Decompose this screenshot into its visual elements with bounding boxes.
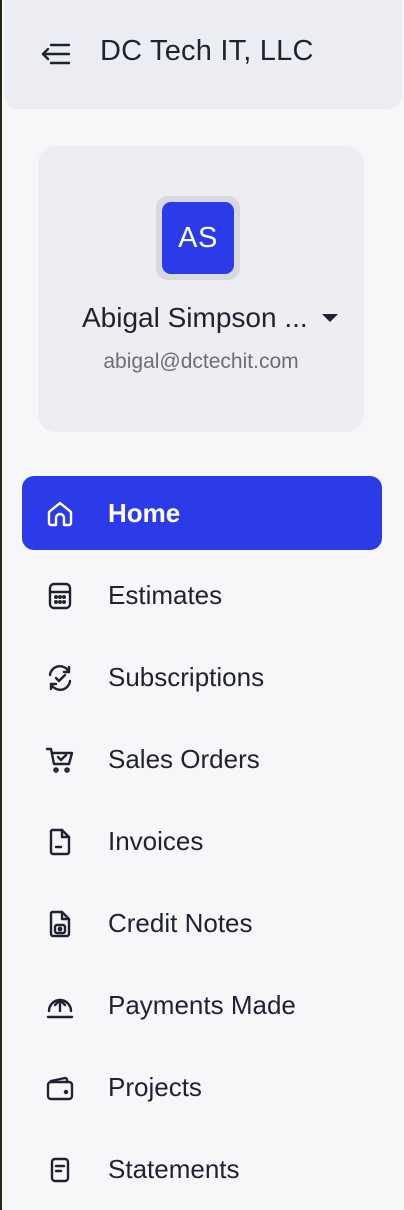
sidebar-item-home[interactable]: Home [22, 476, 382, 550]
sidebar-item-label: Projects [108, 1071, 202, 1102]
sidebar-item-label: Estimates [108, 579, 223, 610]
profile-card: AS Abigal Simpson ... abigal@dctechit.co… [38, 146, 364, 432]
briefcase-icon [44, 1072, 76, 1104]
sidebar-item-sales-orders[interactable]: Sales Orders [22, 722, 382, 796]
sidebar-header: DC Tech IT, LLC [4, 0, 402, 108]
sidebar-item-label: Payments Made [108, 989, 296, 1020]
sidebar-item-statements[interactable]: Statements [22, 1132, 382, 1206]
sidebar-item-projects[interactable]: Projects [22, 1050, 382, 1124]
calculator-icon [44, 580, 76, 612]
statement-icon [44, 1154, 76, 1186]
sidebar-item-invoices[interactable]: Invoices [22, 804, 382, 878]
user-menu-toggle[interactable]: Abigal Simpson ... [82, 298, 362, 338]
sidebar-item-credit-notes[interactable]: Credit Notes [22, 886, 382, 960]
sidebar-item-label: Home [108, 497, 181, 528]
sidebar-panel: DC Tech IT, LLC AS Abigal Simpson ... ab… [2, 0, 404, 1210]
sidebar-item-label: Invoices [108, 825, 204, 856]
chevron-down-icon [321, 314, 338, 322]
sidebar-item-estimates[interactable]: Estimates [22, 558, 382, 632]
sidebar-item-label: Subscriptions [108, 661, 265, 692]
user-name: Abigal Simpson ... [82, 302, 308, 333]
credit-note-icon [44, 908, 76, 940]
sidebar-item-subscriptions[interactable]: Subscriptions [22, 640, 382, 714]
payment-upload-icon [44, 990, 76, 1022]
sidebar-item-label: Statements [108, 1153, 240, 1184]
sidebar-item-payments-made[interactable]: Payments Made [22, 968, 382, 1042]
home-icon [44, 498, 76, 530]
refresh-check-icon [44, 662, 76, 694]
sidebar-nav: Home Estimates Subscriptions Sales Order… [22, 476, 382, 1210]
sidebar-item-label: Sales Orders [108, 743, 260, 774]
avatar-initials: AS [162, 202, 234, 274]
menu-collapse-icon[interactable] [40, 40, 72, 68]
cart-icon [44, 744, 76, 776]
org-name[interactable]: DC Tech IT, LLC [100, 35, 314, 68]
sidebar-item-label: Credit Notes [108, 907, 253, 938]
invoice-icon [44, 826, 76, 858]
avatar[interactable]: AS [156, 196, 240, 280]
user-email: abigal@dctechit.com [103, 350, 299, 373]
